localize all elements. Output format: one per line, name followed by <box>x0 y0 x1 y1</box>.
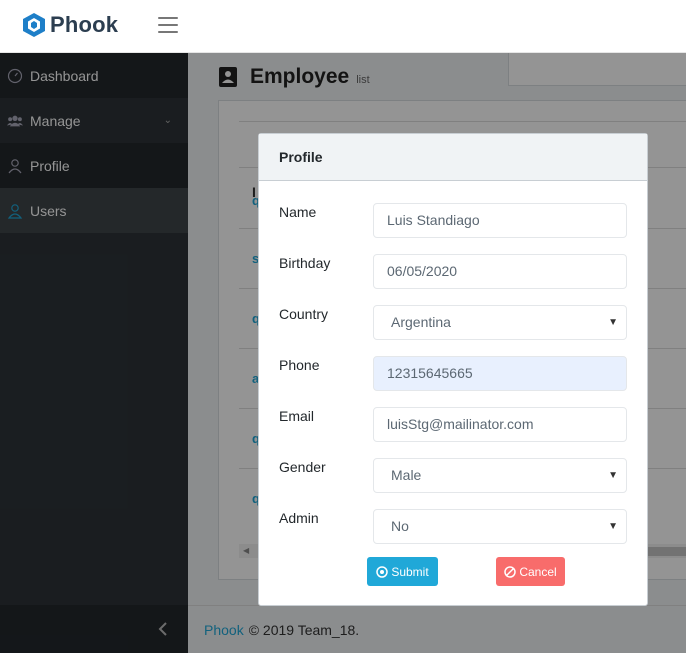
gender-select-value: Male <box>391 467 422 483</box>
gender-select[interactable]: Male ▼ <box>373 458 627 493</box>
email-input[interactable]: luisStg@mailinator.com <box>373 407 627 442</box>
hexagon-logo-icon <box>23 13 45 37</box>
name-input[interactable]: Luis Standiago <box>373 203 627 238</box>
brand-logo[interactable]: Phook <box>22 12 118 38</box>
admin-select-value: No <box>391 518 409 534</box>
submit-button-label: Submit <box>391 564 429 579</box>
form-row-email: Email luisStg@mailinator.com <box>279 407 627 443</box>
form-row-admin: Admin No ▼ <box>279 509 627 545</box>
birthday-input[interactable]: 06/05/2020 <box>373 254 627 289</box>
check-circle-icon <box>376 565 389 578</box>
country-select[interactable]: Argentina ▼ <box>373 305 627 340</box>
country-select-value: Argentina <box>391 314 451 330</box>
cancel-button[interactable]: Cancel <box>496 557 565 586</box>
country-label: Country <box>279 306 329 322</box>
top-header: Phook <box>0 0 686 53</box>
form-row-birthday: Birthday 06/05/2020 <box>279 254 627 290</box>
menu-toggle-icon[interactable] <box>158 17 178 33</box>
gender-label: Gender <box>279 459 326 475</box>
form-row-name: Name Luis Standiago <box>279 203 627 239</box>
phone-input[interactable]: 12315645665 <box>373 356 627 391</box>
brand-name: Phook <box>50 12 119 37</box>
dropdown-arrow-icon: ▼ <box>608 521 618 532</box>
dropdown-arrow-icon: ▼ <box>608 317 618 328</box>
cancel-button-label: Cancel <box>519 564 557 579</box>
modal-title: Profile <box>279 149 323 165</box>
admin-select[interactable]: No ▼ <box>373 509 627 544</box>
form-row-gender: Gender Male ▼ <box>279 458 627 494</box>
form-row-country: Country Argentina ▼ <box>279 305 627 341</box>
ban-icon <box>504 565 517 578</box>
dropdown-arrow-icon: ▼ <box>608 470 618 481</box>
submit-button[interactable]: Submit <box>367 557 438 586</box>
phone-label: Phone <box>279 357 320 373</box>
modal-header: Profile <box>259 134 647 181</box>
admin-label: Admin <box>279 510 319 526</box>
name-label: Name <box>279 204 317 220</box>
birthday-label: Birthday <box>279 255 331 271</box>
profile-modal: Profile Name Luis Standiago Birthday 06/… <box>258 133 648 606</box>
form-row-phone: Phone 12315645665 <box>279 356 627 392</box>
email-label: Email <box>279 408 315 424</box>
